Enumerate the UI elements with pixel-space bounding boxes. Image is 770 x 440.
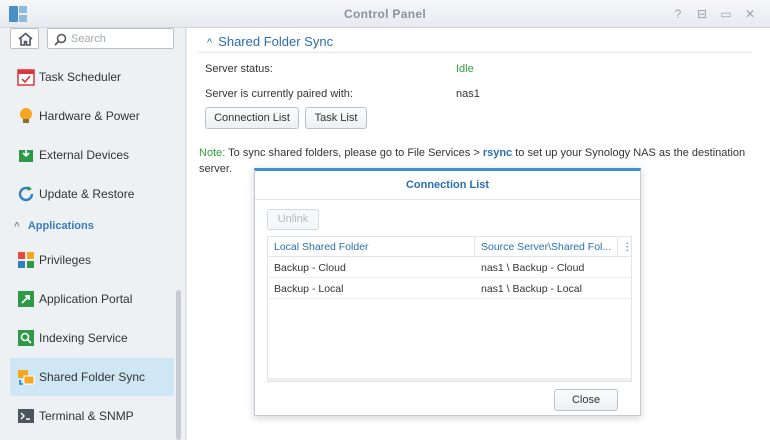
sidebar-item-update-restore[interactable]: Update & Restore <box>10 175 174 213</box>
connection-table: Local Shared Folder Source Server\Shared… <box>267 236 633 382</box>
calendar-icon <box>17 69 35 86</box>
server-status-label: Server status: <box>205 63 273 75</box>
search-input[interactable]: Search <box>47 28 174 49</box>
column-separator[interactable] <box>617 237 618 257</box>
table-row[interactable]: Backup - Local nas1 \ Backup - Local <box>268 278 631 299</box>
divider <box>255 199 640 200</box>
paired-value: nas1 <box>456 88 480 100</box>
chevron-up-icon: ^ <box>14 221 20 232</box>
sidebar-item-privileges[interactable]: Privileges <box>10 241 174 279</box>
shared-folder-sync-icon <box>18 370 35 385</box>
unlink-button[interactable]: Unlink <box>267 209 319 230</box>
connection-list-button[interactable]: Connection List <box>205 107 299 129</box>
table-cell: nas1 \ Backup - Local <box>481 283 582 295</box>
external-device-icon <box>19 147 33 162</box>
column-menu-icon[interactable]: ⋮ <box>622 241 633 253</box>
sidebar-item-label: Task Scheduler <box>39 70 122 84</box>
sidebar-item-application-portal[interactable]: Application Portal <box>10 280 174 318</box>
lightbulb-icon <box>20 108 32 123</box>
sidebar-item-label: Update & Restore <box>39 187 135 201</box>
sidebar-item-label: Shared Folder Sync <box>39 370 146 384</box>
sidebar: Search Task Scheduler Hardware & Power E… <box>0 28 186 440</box>
column-separator[interactable] <box>474 237 475 257</box>
close-window-icon[interactable]: ✕ <box>742 6 758 22</box>
page-title-text: Shared Folder Sync <box>218 34 334 49</box>
window-title: Control Panel <box>344 7 426 21</box>
divider <box>197 52 752 53</box>
indexing-icon <box>18 330 34 346</box>
table-cell: Backup - Cloud <box>274 262 346 274</box>
sidebar-item-label: Hardware & Power <box>39 109 140 123</box>
title-bar: Control Panel ? ⊟ ▭ ✕ <box>0 0 770 28</box>
server-status-value: Idle <box>456 63 474 75</box>
connection-list-dialog: Connection List Unlink Local Shared Fold… <box>254 168 641 416</box>
task-list-button[interactable]: Task List <box>305 107 367 129</box>
rsync-link[interactable]: rsync <box>483 147 512 159</box>
page-title[interactable]: ^ Shared Folder Sync <box>207 34 333 49</box>
terminal-icon <box>18 409 34 423</box>
home-button[interactable] <box>10 28 39 49</box>
table-header: Local Shared Folder Source Server\Shared… <box>268 237 633 257</box>
column-header-local-shared-folder[interactable]: Local Shared Folder <box>274 241 369 253</box>
chevron-up-icon: ^ <box>207 37 213 49</box>
column-header-source-server[interactable]: Source Server\Shared Fol... <box>481 241 611 253</box>
sidebar-item-indexing-service[interactable]: Indexing Service <box>10 319 174 357</box>
pin-icon[interactable]: ⊟ <box>694 6 710 22</box>
table-cell: Backup - Local <box>274 283 344 295</box>
sidebar-item-task-scheduler[interactable]: Task Scheduler <box>10 58 174 96</box>
privileges-icon <box>18 252 34 268</box>
sidebar-item-shared-folder-sync[interactable]: Shared Folder Sync <box>10 358 174 396</box>
home-icon <box>18 32 33 46</box>
note-prefix: Note: <box>199 147 226 159</box>
sidebar-item-label: Indexing Service <box>39 331 128 345</box>
update-icon <box>18 186 34 202</box>
sidebar-item-label: Application Portal <box>39 292 133 306</box>
close-button[interactable]: Close <box>554 389 618 411</box>
sidebar-item-label: Privileges <box>39 253 92 267</box>
help-icon[interactable]: ? <box>670 6 686 22</box>
dialog-title: Connection List <box>405 179 490 191</box>
section-label: Applications <box>27 220 94 232</box>
search-placeholder: Search <box>71 33 106 45</box>
sidebar-item-terminal-snmp[interactable]: Terminal & SNMP <box>10 397 174 435</box>
portal-icon <box>18 291 34 307</box>
sidebar-item-external-devices[interactable]: External Devices <box>10 136 174 174</box>
sidebar-item-hardware-power[interactable]: Hardware & Power <box>10 97 174 135</box>
sidebar-item-label: External Devices <box>39 148 130 162</box>
paired-label: Server is currently paired with: <box>205 88 353 100</box>
maximize-icon[interactable]: ▭ <box>718 6 734 22</box>
table-row[interactable]: Backup - Cloud nas1 \ Backup - Cloud <box>268 257 631 278</box>
section-applications[interactable]: ^ Applications <box>14 220 94 232</box>
sidebar-scrollbar[interactable] <box>176 290 181 440</box>
sidebar-item-label: Terminal & SNMP <box>39 409 134 423</box>
table-scrollbar[interactable] <box>268 378 631 381</box>
table-cell: nas1 \ Backup - Cloud <box>481 262 585 274</box>
note-text: To sync shared folders, please go to Fil… <box>225 147 483 159</box>
search-icon <box>54 33 67 46</box>
